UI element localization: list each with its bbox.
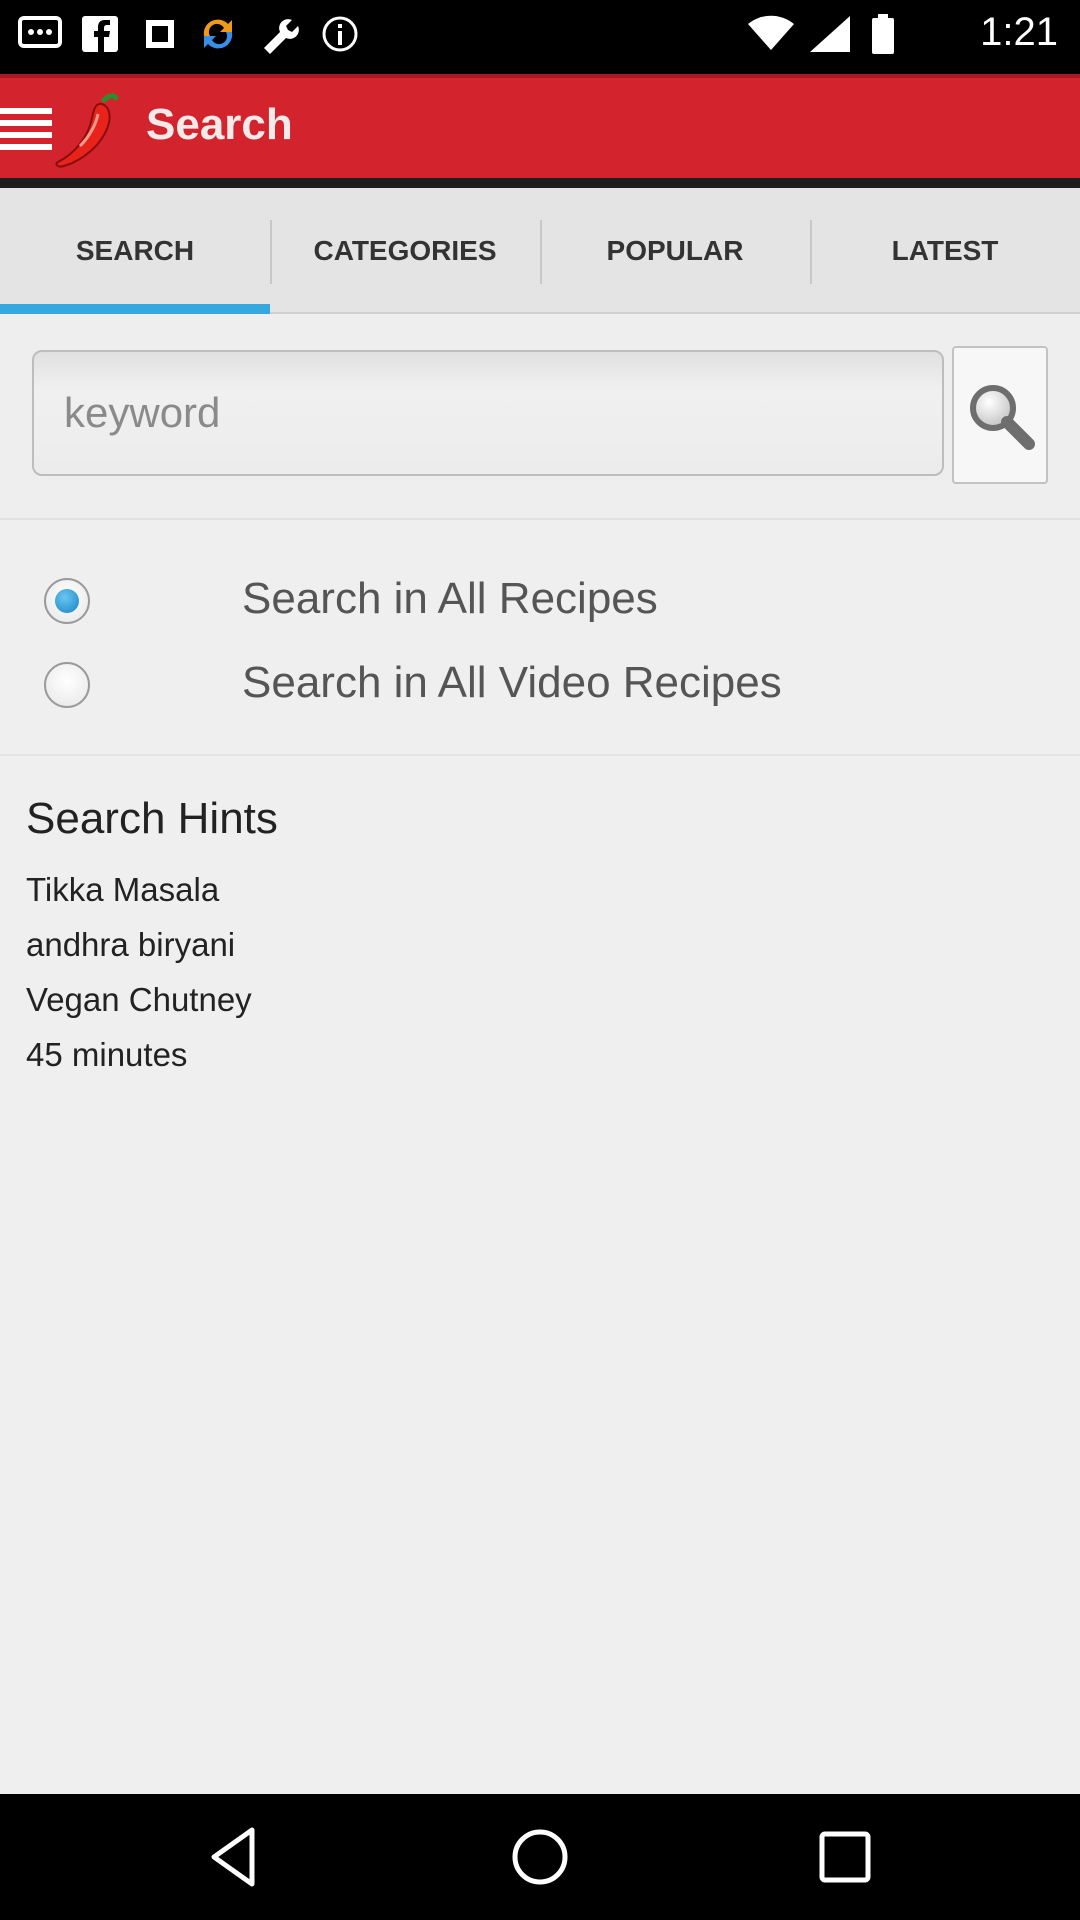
back-icon[interactable] [200, 1822, 270, 1892]
option-label: Search in All Recipes [242, 574, 658, 623]
keyword-input[interactable] [32, 350, 944, 476]
signal-icon [810, 16, 850, 52]
hints-title: Search Hints [26, 794, 278, 843]
clock: 1:21 [980, 10, 1058, 54]
option-all-recipes[interactable]: Search in All Recipes [0, 560, 1080, 640]
home-icon[interactable] [505, 1822, 575, 1892]
recents-icon[interactable] [810, 1822, 880, 1892]
tab-label: SEARCH [75, 235, 195, 266]
app-bar: Search [0, 74, 1080, 178]
wifi-icon [748, 15, 794, 50]
settings-sync-icon [146, 20, 174, 48]
battery-icon [872, 14, 894, 54]
messages-icon [18, 16, 62, 48]
search-hints: Search Hints Tikka Masala andhra biryani… [26, 794, 278, 1082]
search-button[interactable] [952, 346, 1048, 484]
hint-item[interactable]: Vegan Chutney [26, 972, 278, 1027]
menu-icon[interactable] [0, 108, 52, 150]
option-label: Search in All Video Recipes [242, 658, 782, 707]
radio-button-selected[interactable] [44, 578, 90, 624]
chili-pepper-icon[interactable] [52, 90, 124, 174]
page-title: Search [146, 100, 293, 149]
search-icon [970, 385, 1035, 450]
navigation-bar [0, 1794, 1080, 1920]
hint-item[interactable]: 45 minutes [26, 1027, 278, 1082]
wrench-icon [264, 19, 299, 54]
option-all-video-recipes[interactable]: Search in All Video Recipes [0, 644, 1080, 724]
hint-item[interactable]: andhra biryani [26, 917, 278, 972]
tab-label: LATEST [891, 235, 999, 266]
search-scope-options: Search in All Recipes Search in All Vide… [0, 522, 1080, 756]
tab-categories[interactable]: CATEGORIES [270, 188, 540, 314]
info-icon [322, 16, 358, 52]
search-row [0, 314, 1080, 520]
tab-search[interactable]: SEARCH [0, 188, 270, 314]
app-bar-divider [0, 178, 1080, 188]
hint-item[interactable]: Tikka Masala [26, 862, 278, 917]
radio-button[interactable] [44, 662, 90, 708]
tab-label: CATEGORIES [313, 235, 497, 266]
tab-bar: SEARCH CATEGORIES POPULAR LATEST [0, 188, 1080, 314]
tab-label: POPULAR [606, 235, 744, 266]
content-area: Search in All Recipes Search in All Vide… [0, 314, 1080, 1794]
sync-icon [203, 19, 233, 49]
tab-popular[interactable]: POPULAR [540, 188, 810, 314]
facebook-icon [82, 16, 118, 52]
tab-latest[interactable]: LATEST [810, 188, 1080, 314]
status-bar: 1:21 [0, 0, 1080, 70]
